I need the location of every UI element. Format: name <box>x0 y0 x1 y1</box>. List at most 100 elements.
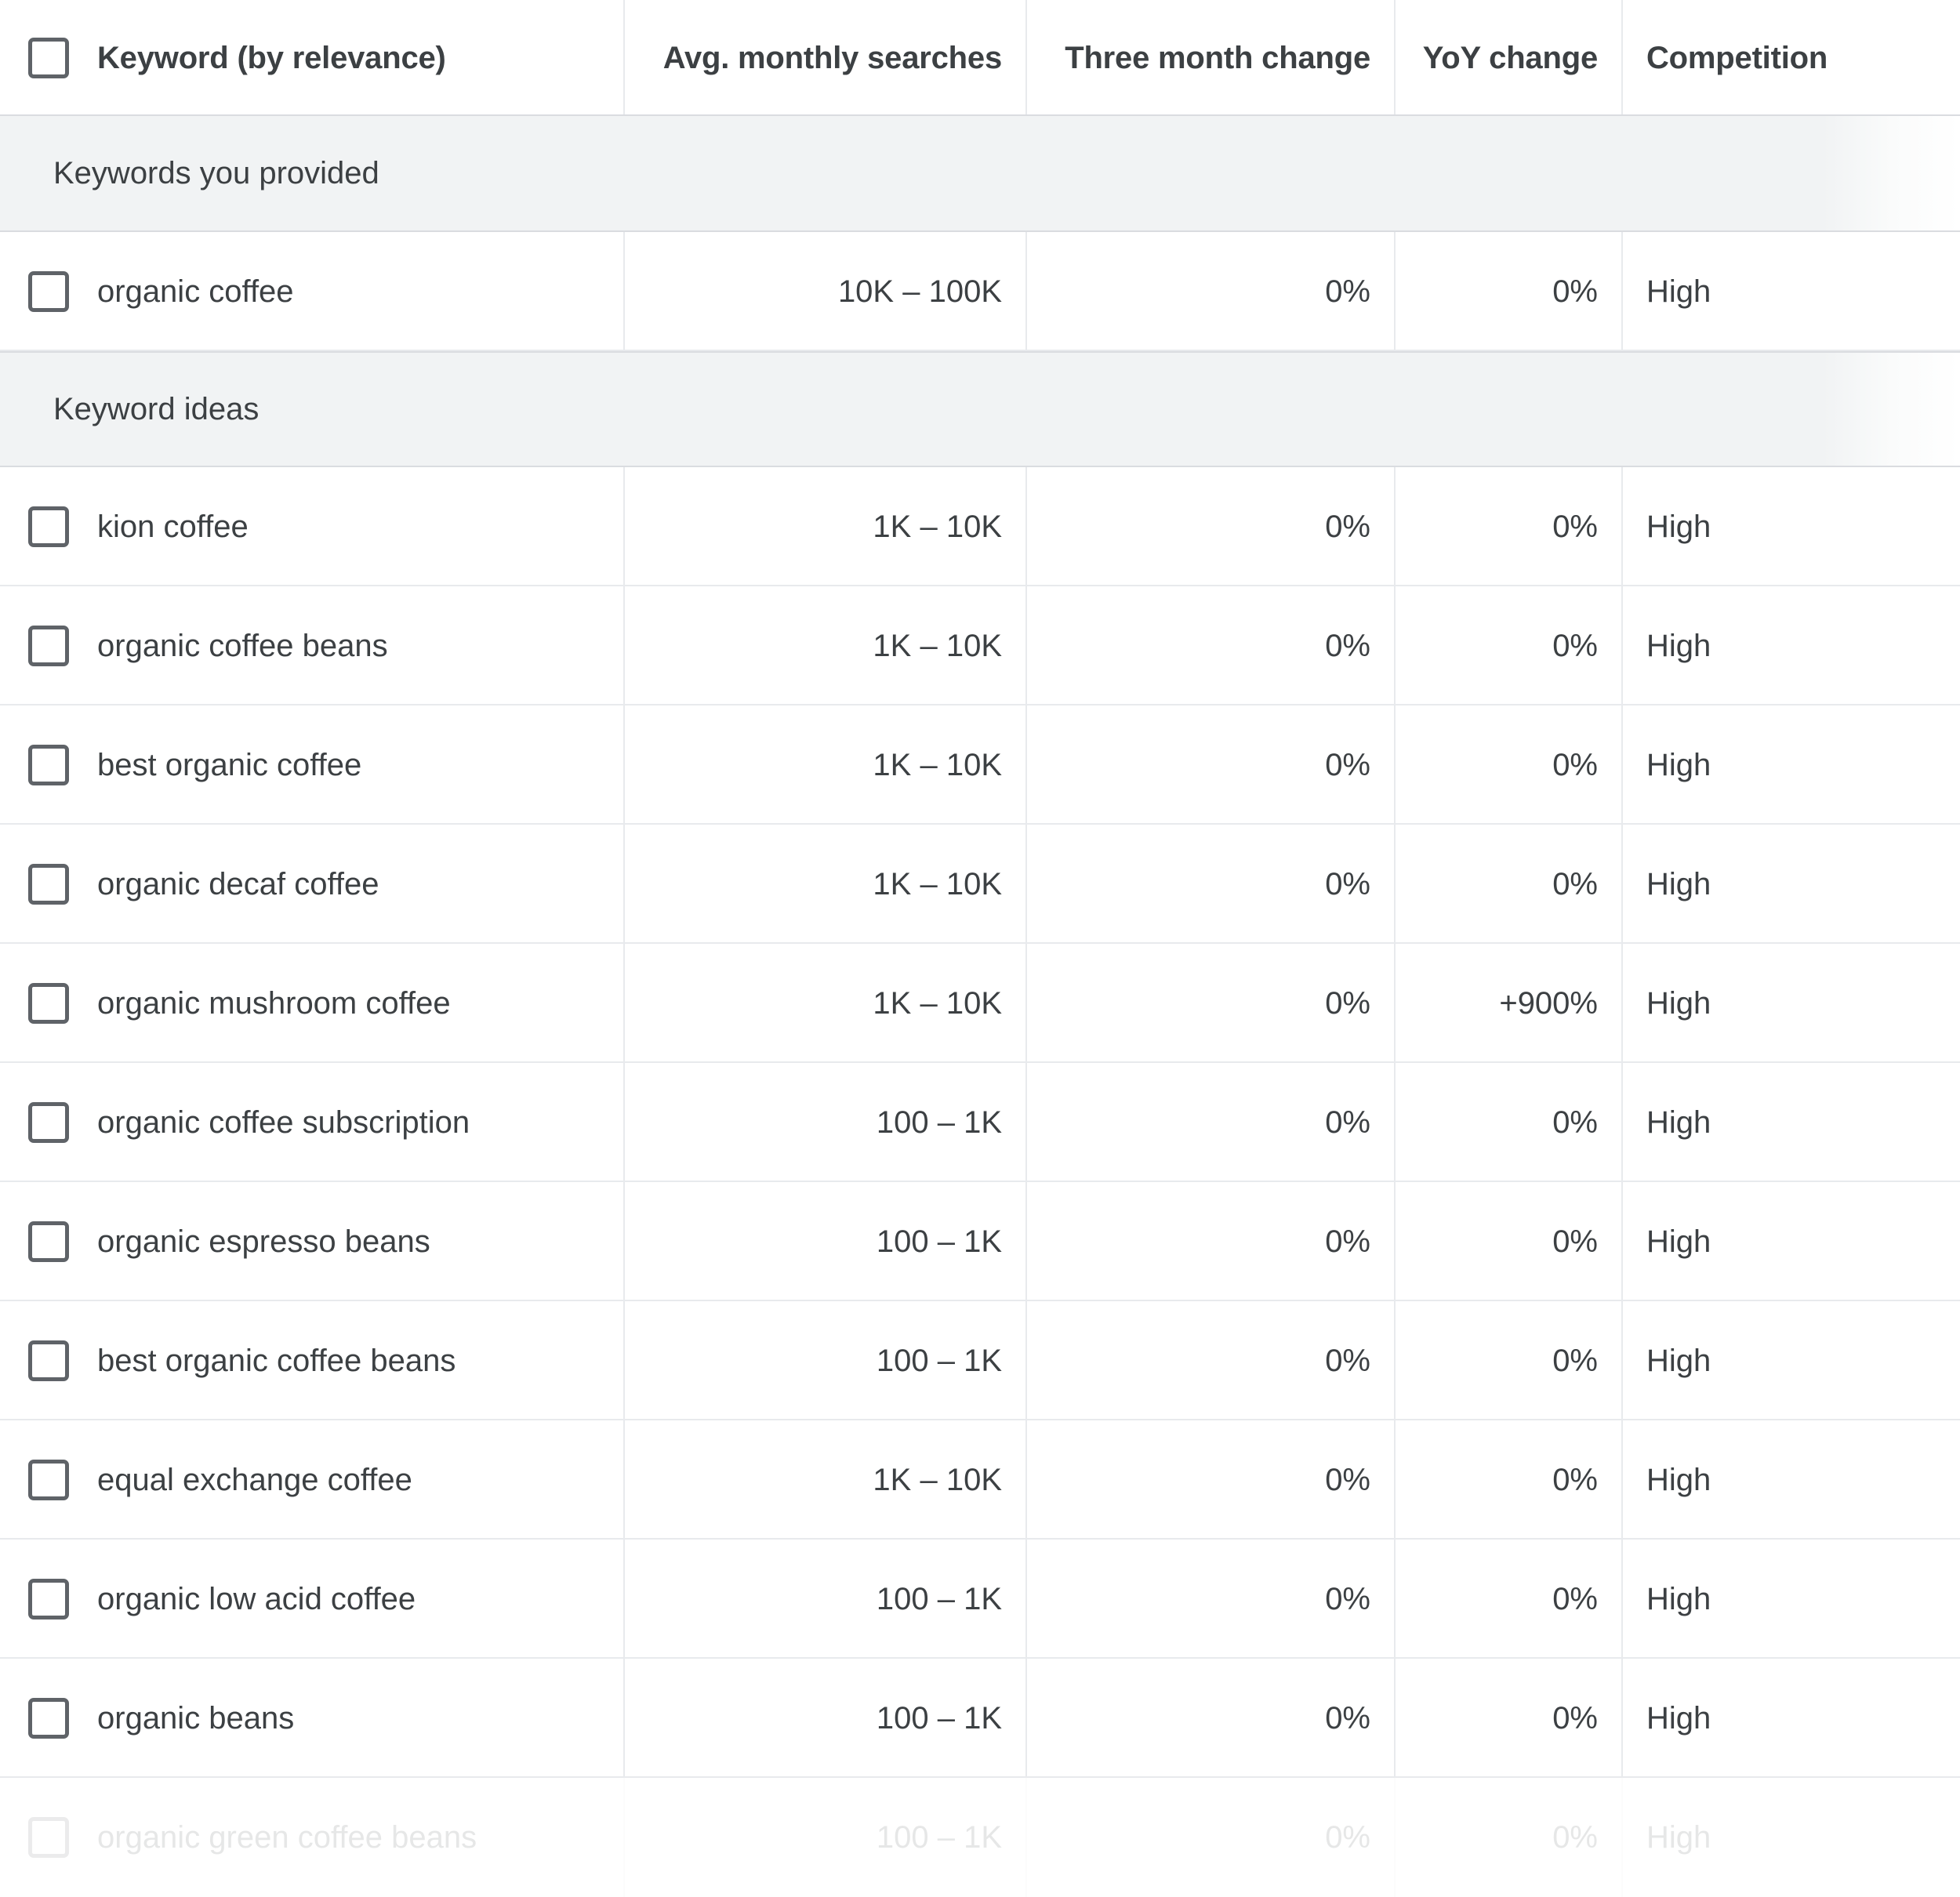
row-three-month-change-value: 0% <box>1325 867 1370 902</box>
row-yoy-change-value: 0% <box>1552 867 1598 902</box>
section-header-label: Keywords you provided <box>53 156 379 191</box>
row-keyword-cell: organic coffee beans <box>0 586 623 705</box>
row-yoy-change: 0% <box>1394 1063 1621 1182</box>
row-three-month-change: 0% <box>1025 1182 1394 1301</box>
select-all-checkbox[interactable] <box>28 38 69 78</box>
table-row[interactable]: organic beans100 – 1K0%0%High <box>0 1659 1960 1778</box>
row-checkbox[interactable] <box>28 626 69 666</box>
row-checkbox-cell[interactable] <box>0 1817 97 1858</box>
row-competition-value: High <box>1646 867 1711 902</box>
row-competition-value: High <box>1646 1224 1711 1260</box>
row-keyword-label[interactable]: organic beans <box>97 1701 294 1736</box>
row-keyword-cell: kion coffee <box>0 467 623 586</box>
row-avg-monthly-searches-value: 1K – 10K <box>873 1463 1002 1498</box>
row-checkbox[interactable] <box>28 1221 69 1262</box>
row-checkbox[interactable] <box>28 506 69 547</box>
row-keyword-label[interactable]: organic mushroom coffee <box>97 986 451 1021</box>
row-keyword-label[interactable]: equal exchange coffee <box>97 1463 412 1498</box>
table-row[interactable]: organic coffee beans1K – 10K0%0%High <box>0 586 1960 705</box>
row-three-month-change: 0% <box>1025 1540 1394 1659</box>
row-avg-monthly-searches: 100 – 1K <box>623 1301 1025 1420</box>
row-competition-value: High <box>1646 274 1711 310</box>
table-row[interactable]: organic green coffee beans 100 – 1K 0% 0% Hi… <box>0 1778 1960 1897</box>
row-keyword-label[interactable]: best organic coffee beans <box>97 1344 456 1379</box>
row-checkbox[interactable] <box>28 1340 69 1381</box>
table-row[interactable]: best organic coffee beans100 – 1K0%0%Hig… <box>0 1301 1960 1420</box>
row-avg-monthly-searches: 100 – 1K <box>623 1063 1025 1182</box>
row-checkbox-cell[interactable] <box>0 1102 97 1143</box>
row-keyword-label[interactable]: organic low acid coffee <box>97 1582 416 1617</box>
row-keyword-cell: organic espresso beans <box>0 1182 623 1301</box>
row-three-month-change-value: 0% <box>1325 1820 1370 1855</box>
row-three-month-change-value: 0% <box>1325 1701 1370 1736</box>
row-checkbox[interactable] <box>28 1579 69 1620</box>
row-checkbox-cell[interactable] <box>0 506 97 547</box>
row-yoy-change-value: 0% <box>1552 1820 1598 1855</box>
row-competition: High <box>1621 232 1960 351</box>
row-avg-monthly-searches: 10K – 100K <box>623 232 1025 351</box>
column-header-yoy-change[interactable]: YoY change <box>1394 0 1621 116</box>
table-row[interactable]: equal exchange coffee1K – 10K0%0%High <box>0 1420 1960 1540</box>
row-yoy-change: 0% <box>1394 467 1621 586</box>
row-keyword-label[interactable]: organic green coffee beans <box>97 1820 477 1855</box>
row-three-month-change: 0% <box>1025 1063 1394 1182</box>
row-competition-value: High <box>1646 1820 1711 1855</box>
row-keyword-label[interactable]: organic decaf coffee <box>97 867 379 902</box>
row-avg-monthly-searches-value: 1K – 10K <box>873 629 1002 664</box>
table-row[interactable]: organic decaf coffee1K – 10K0%0%High <box>0 825 1960 944</box>
table-row[interactable]: organic coffee10K – 100K0%0%High <box>0 232 1960 351</box>
column-header-keyword[interactable]: Keyword (by relevance) <box>0 0 623 116</box>
row-checkbox-cell[interactable] <box>0 626 97 666</box>
row-avg-monthly-searches: 100 – 1K <box>623 1540 1025 1659</box>
table-row[interactable]: kion coffee1K – 10K0%0%High <box>0 467 1960 586</box>
table-row[interactable]: organic coffee subscription100 – 1K0%0%H… <box>0 1063 1960 1182</box>
row-checkbox-cell[interactable] <box>0 1579 97 1620</box>
row-checkbox[interactable] <box>28 983 69 1024</box>
row-three-month-change: 0% <box>1025 1301 1394 1420</box>
row-checkbox-cell[interactable] <box>0 864 97 905</box>
row-yoy-change-value: 0% <box>1552 1463 1598 1498</box>
column-header-three-month-change[interactable]: Three month change <box>1025 0 1394 116</box>
row-checkbox-cell[interactable] <box>0 983 97 1024</box>
row-checkbox-cell[interactable] <box>0 1460 97 1500</box>
row-checkbox[interactable] <box>28 1698 69 1739</box>
row-checkbox-cell[interactable] <box>0 1340 97 1381</box>
select-all-checkbox-cell[interactable] <box>0 38 97 78</box>
row-competition-value: High <box>1646 1582 1711 1617</box>
row-avg-monthly-searches-value: 1K – 10K <box>873 748 1002 783</box>
row-keyword-label[interactable]: organic coffee subscription <box>97 1105 470 1141</box>
row-keyword-cell: organic green coffee beans <box>0 1778 623 1897</box>
column-header-avg-monthly-searches[interactable]: Avg. monthly searches <box>623 0 1025 116</box>
row-checkbox[interactable] <box>28 864 69 905</box>
table-row[interactable]: organic espresso beans100 – 1K0%0%High <box>0 1182 1960 1301</box>
row-checkbox[interactable] <box>28 1460 69 1500</box>
row-yoy-change-value: 0% <box>1552 1105 1598 1141</box>
row-checkbox[interactable] <box>28 1817 69 1858</box>
row-competition: High <box>1621 1778 1960 1897</box>
row-keyword-cell: equal exchange coffee <box>0 1420 623 1540</box>
row-checkbox-cell[interactable] <box>0 271 97 312</box>
row-avg-monthly-searches-value: 100 – 1K <box>877 1820 1002 1855</box>
table-row[interactable]: organic low acid coffee100 – 1K0%0%High <box>0 1540 1960 1659</box>
row-yoy-change: 0% <box>1394 705 1621 825</box>
row-checkbox[interactable] <box>28 745 69 785</box>
column-header-yoy-change-label: YoY change <box>1423 41 1598 76</box>
row-competition: High <box>1621 467 1960 586</box>
row-keyword-label[interactable]: organic coffee <box>97 274 294 310</box>
row-keyword-label[interactable]: organic coffee beans <box>97 629 388 664</box>
row-keyword-cell: best organic coffee <box>0 705 623 825</box>
column-header-competition[interactable]: Competition <box>1621 0 1960 116</box>
table-row[interactable]: organic mushroom coffee1K – 10K0%+900%Hi… <box>0 944 1960 1063</box>
row-keyword-label[interactable]: best organic coffee <box>97 748 361 783</box>
row-competition: High <box>1621 1540 1960 1659</box>
row-checkbox[interactable] <box>28 1102 69 1143</box>
row-three-month-change-value: 0% <box>1325 1344 1370 1379</box>
row-three-month-change-value: 0% <box>1325 1105 1370 1141</box>
row-keyword-label[interactable]: organic espresso beans <box>97 1224 430 1260</box>
row-checkbox-cell[interactable] <box>0 745 97 785</box>
table-row[interactable]: best organic coffee1K – 10K0%0%High <box>0 705 1960 825</box>
row-checkbox[interactable] <box>28 271 69 312</box>
row-keyword-label[interactable]: kion coffee <box>97 510 249 545</box>
row-checkbox-cell[interactable] <box>0 1698 97 1739</box>
row-checkbox-cell[interactable] <box>0 1221 97 1262</box>
